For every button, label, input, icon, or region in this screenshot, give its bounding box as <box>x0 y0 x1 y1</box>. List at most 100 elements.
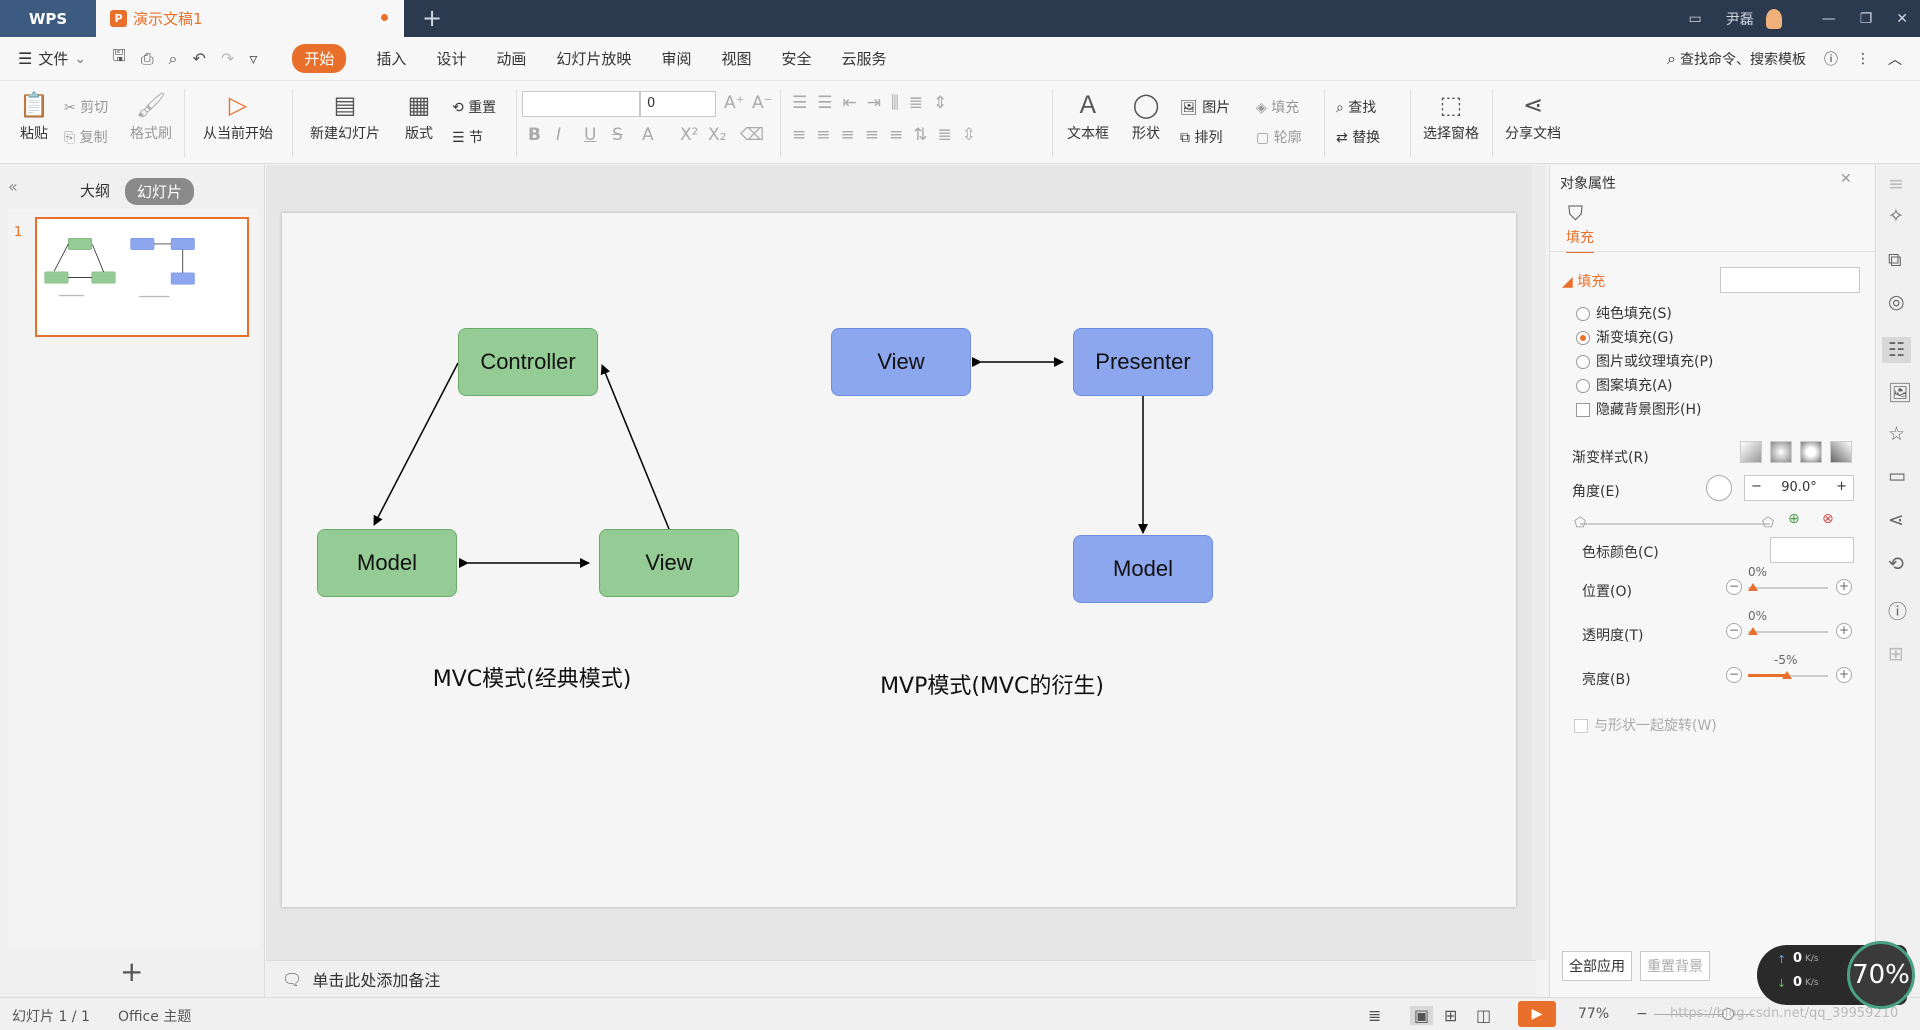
shape-button[interactable]: ◯ 形状 <box>1124 91 1168 143</box>
normal-view-icon[interactable]: ▣ <box>1410 1006 1434 1025</box>
reading-view-icon[interactable]: ◫ <box>1476 1006 1491 1025</box>
stop-color-dropdown[interactable] <box>1770 537 1854 563</box>
shapes-icon[interactable]: ◎ <box>1888 291 1905 313</box>
mvp-caption[interactable]: MVP模式(MVC的衍生) <box>842 668 1142 700</box>
controller-to-model-arrow[interactable] <box>373 362 459 526</box>
bold-icon[interactable]: B <box>528 125 541 145</box>
picture-icon[interactable]: 🖼 <box>1888 381 1912 404</box>
search-icon[interactable]: ⌕ <box>1667 49 1676 69</box>
restore-icon[interactable]: ❐ <box>1860 11 1873 27</box>
theme-name[interactable]: Office 主题 <box>118 1006 191 1026</box>
zoom-level[interactable]: 77% <box>1578 1006 1609 1022</box>
menu-view[interactable]: 视图 <box>721 48 751 69</box>
notes-toggle-icon[interactable]: ≣ <box>1368 1006 1381 1025</box>
slide-thumbnail[interactable] <box>35 217 249 337</box>
find-button[interactable]: ⌕ 查找 <box>1336 97 1376 117</box>
menu-home[interactable]: 开始 <box>292 44 347 73</box>
arrange-button[interactable]: ⧉ 排列 <box>1180 127 1222 147</box>
gradient-radial-swatch[interactable] <box>1770 441 1792 463</box>
brightness-plus-icon[interactable]: + <box>1836 667 1852 683</box>
font-size-combo[interactable]: 0 <box>640 91 716 117</box>
reset-button[interactable]: ⟲ 重置 <box>452 97 496 117</box>
menu-insert[interactable]: 插入 <box>376 48 406 69</box>
archive-icon[interactable]: ▭ <box>1888 465 1906 487</box>
angle-input[interactable]: − 90.0° + <box>1744 475 1854 501</box>
clear-format-icon[interactable]: ⌫ <box>740 125 764 145</box>
sorter-view-icon[interactable]: ⊞ <box>1444 1006 1457 1025</box>
textbox-button[interactable]: Ａ 文本框 <box>1060 91 1116 143</box>
paragraph-tools-row1[interactable]: ☰☰⇤⇥⫼≣⇕ <box>792 93 957 113</box>
close-icon[interactable]: ✕ <box>1896 11 1908 27</box>
grid-icon[interactable]: ⊞ <box>1888 643 1904 665</box>
vertical-scrollbar[interactable] <box>1532 165 1546 960</box>
plus-icon[interactable]: + <box>1836 479 1847 494</box>
slides-icon[interactable]: ⧉ <box>1888 249 1902 271</box>
fill-button[interactable]: ◈ 填充 <box>1256 97 1299 117</box>
transparency-plus-icon[interactable]: + <box>1836 623 1852 639</box>
memory-usage-gauge[interactable]: 70% <box>1847 941 1915 1009</box>
menu-cloud[interactable]: 云服务 <box>841 48 886 69</box>
superscript-icon[interactable]: X² <box>680 125 698 145</box>
minimize-icon[interactable]: — <box>1822 11 1836 27</box>
position-plus-icon[interactable]: + <box>1836 579 1852 595</box>
decrease-font-icon[interactable]: A⁻ <box>752 93 773 113</box>
replace-button[interactable]: ⇄ 替换 <box>1336 127 1380 147</box>
mvc-caption[interactable]: MVC模式(经典模式) <box>382 661 682 693</box>
position-thumb[interactable] <box>1748 583 1758 591</box>
file-menu[interactable]: 文件 <box>38 48 68 69</box>
wps-home-tab[interactable]: WPS <box>0 0 96 37</box>
strikethrough-icon[interactable]: S <box>612 125 623 145</box>
help-icon[interactable]: ⓘ <box>1824 49 1838 69</box>
network-speed-widget[interactable]: ↑ 0 K/s ↓ 0 K/s 70% <box>1757 941 1915 1009</box>
mvp-presenter-box[interactable]: Presenter <box>1073 328 1213 396</box>
brightness-thumb[interactable] <box>1782 671 1792 679</box>
help-icon[interactable]: ⓘ <box>1888 597 1907 624</box>
print-icon[interactable]: ⎙ <box>141 49 154 69</box>
collapse-pane-icon[interactable]: « <box>8 177 18 196</box>
reset-background-button[interactable]: 重置背景 <box>1640 951 1710 981</box>
delete-stop-icon[interactable]: ⊗ <box>1822 511 1834 527</box>
fill-bucket-icon[interactable]: ⛉ <box>1568 201 1583 225</box>
pin-icon[interactable]: ✧ <box>1888 205 1904 227</box>
gradient-path-swatch[interactable] <box>1830 441 1852 463</box>
user-name[interactable]: 尹磊 <box>1726 9 1754 29</box>
pane-title[interactable]: 对象属性 <box>1560 173 1616 193</box>
star-icon[interactable]: ☆ <box>1888 423 1905 445</box>
format-painter-button[interactable]: 🖌 格式刷 <box>126 91 176 143</box>
tab-slides[interactable]: 幻灯片 <box>125 178 195 205</box>
gradient-stop-left[interactable]: ⬠ <box>1574 515 1586 531</box>
new-tab-button[interactable]: + <box>422 4 442 32</box>
view-to-controller-arrow[interactable] <box>600 364 670 530</box>
section-button[interactable]: ☰ 节 <box>452 127 483 147</box>
outline-button[interactable]: ▢ 轮廓 <box>1256 127 1302 147</box>
more-icon[interactable]: ⋮ <box>1856 51 1870 67</box>
paragraph-tools-row2[interactable]: ≡≡≡≡≡⇅≣⇳ <box>792 125 986 145</box>
gradient-linear-swatch[interactable] <box>1740 441 1762 463</box>
document-tab[interactable]: P 演示文稿1 <box>96 0 404 37</box>
hamburger-icon[interactable]: ☰ <box>18 49 32 68</box>
position-minus-icon[interactable]: − <box>1726 579 1742 595</box>
menu-animation[interactable]: 动画 <box>496 48 526 69</box>
brightness-minus-icon[interactable]: − <box>1726 667 1742 683</box>
picture-button[interactable]: 🖼 图片 <box>1180 97 1230 117</box>
transparency-slider[interactable] <box>1748 631 1828 633</box>
gradient-bar[interactable] <box>1580 523 1770 525</box>
italic-icon[interactable]: I <box>556 125 561 145</box>
position-slider[interactable] <box>1748 587 1828 589</box>
zoom-out-icon[interactable]: − <box>1636 1006 1648 1022</box>
menu-design[interactable]: 设计 <box>436 48 466 69</box>
share-icon[interactable]: ⋖ <box>1888 509 1904 531</box>
mvc-controller-box[interactable]: Controller <box>458 328 598 396</box>
gradient-fill-option[interactable]: 渐变填充(G) <box>1576 327 1674 347</box>
mvp-model-box[interactable]: Model <box>1073 535 1213 603</box>
tab-fill[interactable]: 填充 <box>1566 227 1594 253</box>
subscript-icon[interactable]: X₂ <box>708 125 726 145</box>
tab-outline[interactable]: 大纲 <box>80 180 110 201</box>
share-button[interactable]: ⋖ 分享文档 <box>1500 91 1566 143</box>
chevron-down-icon[interactable]: ⌄ <box>74 51 86 67</box>
play-slideshow-button[interactable]: ▶ <box>1518 1001 1556 1027</box>
avatar[interactable] <box>1765 8 1782 29</box>
mvc-view-box[interactable]: View <box>599 529 739 597</box>
from-current-button[interactable]: ▷ 从当前开始 <box>192 91 284 143</box>
pattern-fill-option[interactable]: 图案填充(A) <box>1576 375 1673 395</box>
